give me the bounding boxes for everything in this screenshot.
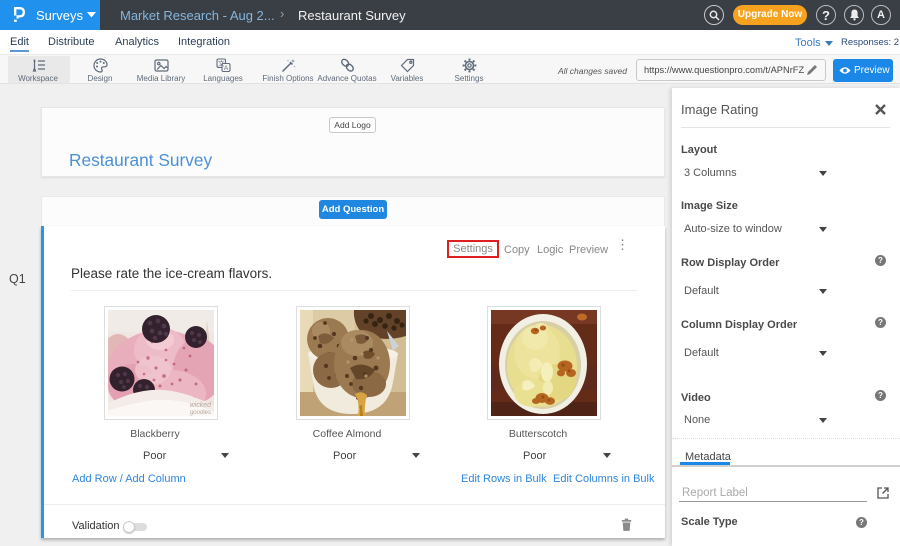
svg-text:wicked: wicked [190, 402, 213, 409]
svg-text:A: A [224, 65, 229, 72]
svg-text:goodies: goodies [190, 410, 211, 416]
